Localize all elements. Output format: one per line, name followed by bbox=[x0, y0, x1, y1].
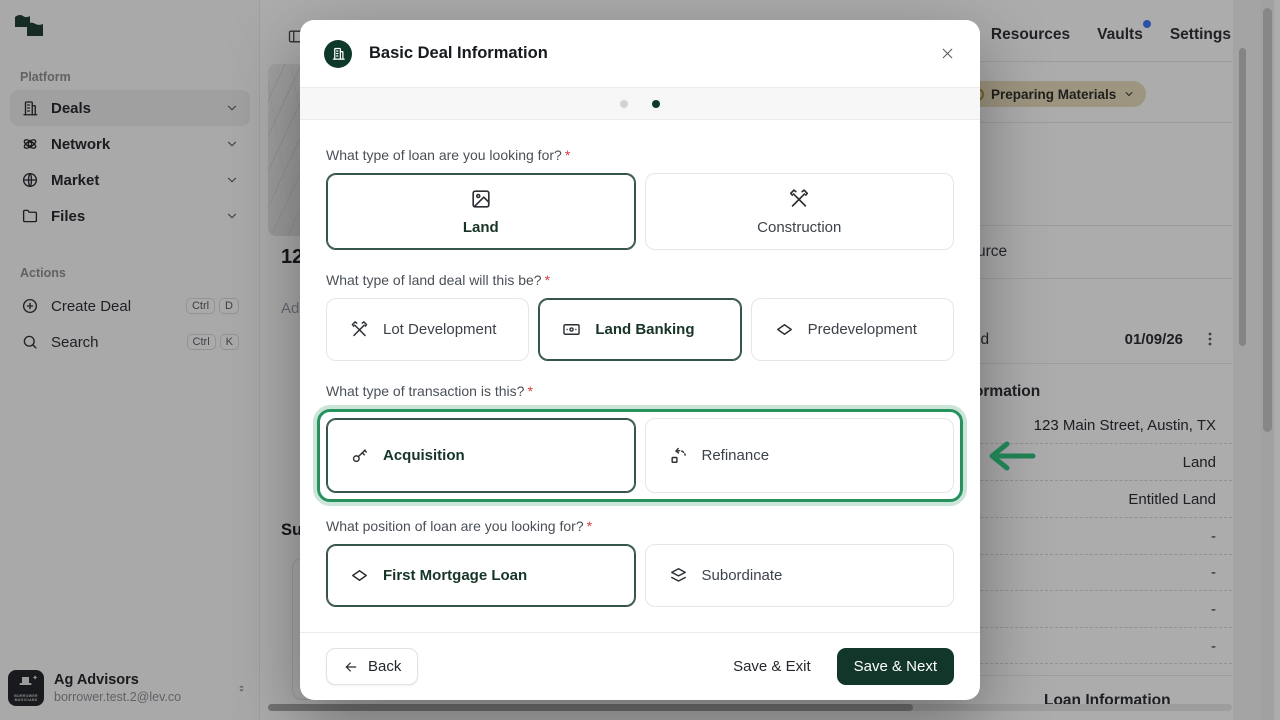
option-label: Predevelopment bbox=[808, 321, 917, 338]
diamond-icon bbox=[350, 566, 369, 585]
option-label: Lot Development bbox=[383, 321, 496, 338]
option-label: Land bbox=[463, 219, 499, 236]
option-land[interactable]: Land bbox=[326, 173, 636, 250]
options-row: Land Construction bbox=[326, 173, 954, 250]
question-land-deal-type: What type of land deal will this be?* Lo… bbox=[326, 272, 954, 361]
save-exit-button[interactable]: Save & Exit bbox=[717, 648, 827, 685]
option-label: Acquisition bbox=[383, 447, 465, 464]
annotation-arrow-icon bbox=[981, 437, 1037, 475]
crossed-tools-icon bbox=[788, 188, 810, 210]
option-refinance[interactable]: Refinance bbox=[645, 418, 955, 493]
required-marker: * bbox=[565, 147, 570, 163]
question-label: What type of transaction is this?* bbox=[326, 383, 954, 399]
modal-title: Basic Deal Information bbox=[369, 44, 548, 63]
refresh-square-icon bbox=[669, 446, 688, 465]
key-icon bbox=[350, 446, 369, 465]
banknote-icon bbox=[562, 320, 581, 339]
question-label: What type of loan are you looking for?* bbox=[326, 147, 954, 163]
diamond-icon bbox=[775, 320, 794, 339]
option-acquisition[interactable]: Acquisition bbox=[326, 418, 636, 493]
question-label: What type of land deal will this be?* bbox=[326, 272, 954, 288]
option-label: Subordinate bbox=[702, 567, 783, 584]
app-window: Platform Deals Network Market Files bbox=[0, 0, 1280, 720]
annotation-highlight: Acquisition Refinance bbox=[317, 409, 963, 502]
question-text: What type of land deal will this be? bbox=[326, 272, 542, 288]
deal-building-icon bbox=[324, 40, 352, 68]
step-indicator bbox=[300, 87, 980, 120]
save-next-button[interactable]: Save & Next bbox=[837, 648, 954, 685]
required-marker: * bbox=[527, 383, 532, 399]
option-predevelopment[interactable]: Predevelopment bbox=[751, 298, 954, 361]
basic-deal-information-modal: Basic Deal Information What type of loan… bbox=[300, 20, 980, 700]
step-dot-2 bbox=[652, 100, 660, 108]
option-land-banking[interactable]: Land Banking bbox=[538, 298, 741, 361]
close-icon bbox=[939, 45, 956, 62]
question-loan-position: What position of loan are you looking fo… bbox=[326, 518, 954, 607]
modal-footer: Back Save & Exit Save & Next bbox=[300, 632, 980, 700]
option-label: Construction bbox=[757, 219, 841, 236]
options-row: Lot Development Land Banking Predevelopm… bbox=[326, 298, 954, 361]
crossed-tools-icon bbox=[350, 320, 369, 339]
options-row: Acquisition Refinance bbox=[326, 418, 954, 493]
step-dot-1 bbox=[620, 100, 628, 108]
image-icon bbox=[470, 188, 492, 210]
question-label: What position of loan are you looking fo… bbox=[326, 518, 954, 534]
option-first-mortgage-loan[interactable]: First Mortgage Loan bbox=[326, 544, 636, 607]
layers-icon bbox=[669, 566, 688, 585]
modal-body: What type of loan are you looking for?* … bbox=[300, 120, 980, 632]
options-row: First Mortgage Loan Subordinate bbox=[326, 544, 954, 607]
option-subordinate[interactable]: Subordinate bbox=[645, 544, 955, 607]
option-label: First Mortgage Loan bbox=[383, 567, 527, 584]
question-text: What type of transaction is this? bbox=[326, 383, 524, 399]
option-lot-development[interactable]: Lot Development bbox=[326, 298, 529, 361]
back-button[interactable]: Back bbox=[326, 648, 418, 685]
back-label: Back bbox=[368, 658, 401, 675]
option-label: Land Banking bbox=[595, 321, 694, 338]
modal-header: Basic Deal Information bbox=[300, 20, 980, 87]
required-marker: * bbox=[587, 518, 592, 534]
option-construction[interactable]: Construction bbox=[645, 173, 955, 250]
question-text: What position of loan are you looking fo… bbox=[326, 518, 584, 534]
question-text: What type of loan are you looking for? bbox=[326, 147, 562, 163]
required-marker: * bbox=[545, 272, 550, 288]
question-transaction-type: What type of transaction is this?* Acqui… bbox=[326, 383, 954, 502]
question-loan-type: What type of loan are you looking for?* … bbox=[326, 147, 954, 250]
footer-actions: Save & Exit Save & Next bbox=[717, 648, 954, 685]
close-button[interactable] bbox=[939, 45, 956, 62]
arrow-left-icon bbox=[343, 659, 359, 675]
option-label: Refinance bbox=[702, 447, 770, 464]
